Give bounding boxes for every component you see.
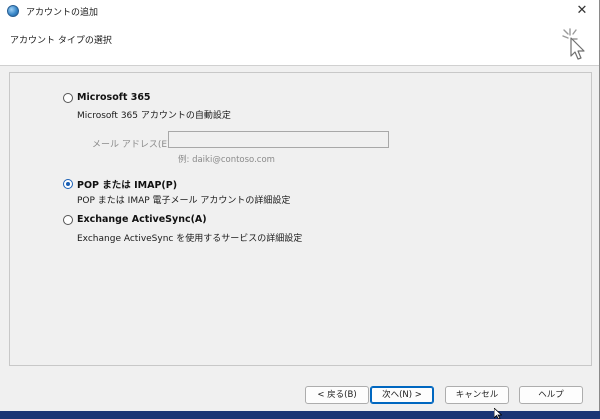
dialog-footer: < 戻る(B) 次へ(N) > キャンセル ヘルプ	[0, 374, 599, 411]
page-title: アカウント タイプの選択	[10, 36, 112, 46]
option-label: Exchange ActiveSync(A)	[77, 214, 207, 225]
back-button[interactable]: < 戻る(B)	[305, 386, 369, 404]
outlook-globe-icon	[7, 5, 19, 17]
cursor-click-icon	[562, 28, 585, 60]
cancel-button[interactable]: キャンセル	[445, 386, 509, 404]
email-label: メール アドレス(E):	[92, 140, 174, 150]
dialog-header: アカウント タイプの選択	[0, 22, 599, 66]
option-label: Microsoft 365	[77, 92, 151, 103]
email-example: 例: daiki@contoso.com	[178, 155, 275, 165]
next-button[interactable]: 次へ(N) >	[370, 386, 434, 404]
option-exchange-activesync[interactable]: Exchange ActiveSync(A)	[63, 214, 207, 225]
help-button[interactable]: ヘルプ	[519, 386, 583, 404]
options-panel: Microsoft 365 Microsoft 365 アカウントの自動設定 メ…	[9, 72, 592, 366]
microsoft365-radio[interactable]	[63, 92, 73, 103]
title-bar: アカウントの追加 ✕	[0, 0, 599, 22]
option-label: POP または IMAP(P)	[77, 180, 178, 191]
add-account-dialog: アカウントの追加 ✕ アカウント タイプの選択 Microsoft 365 Mi…	[0, 0, 600, 411]
option-description: Exchange ActiveSync を使用するサービスの詳細設定	[77, 234, 303, 244]
window-title: アカウントの追加	[26, 8, 99, 18]
option-description: Microsoft 365 アカウントの自動設定	[77, 111, 231, 121]
mouse-pointer-icon	[494, 408, 502, 419]
email-input[interactable]	[168, 131, 389, 148]
exchange-activesync-radio[interactable]	[63, 214, 73, 225]
desktop-taskbar	[0, 411, 600, 419]
close-button[interactable]: ✕	[573, 2, 591, 20]
option-description: POP または IMAP 電子メール アカウントの詳細設定	[77, 196, 291, 206]
option-pop-imap[interactable]: POP または IMAP(P)	[63, 177, 177, 191]
option-microsoft365[interactable]: Microsoft 365	[63, 92, 151, 103]
pop-imap-radio[interactable]	[63, 179, 73, 189]
